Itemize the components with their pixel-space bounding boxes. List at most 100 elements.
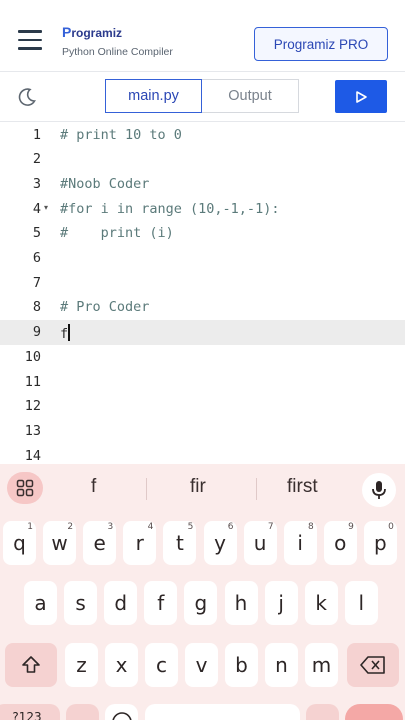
key-k[interactable]: k	[304, 581, 338, 625]
line-number: 12	[24, 398, 41, 415]
key-e[interactable]: 3e	[83, 521, 117, 565]
code-line[interactable]: 7	[0, 271, 405, 296]
tab-main-py[interactable]: main.py	[105, 79, 202, 113]
tab-output[interactable]: Output	[202, 79, 299, 113]
key-d[interactable]: d	[104, 581, 138, 625]
microphone-icon[interactable]	[362, 473, 396, 507]
code-text: # print 10 to 0	[60, 126, 182, 143]
key-hint: 5	[187, 522, 194, 532]
backspace-key[interactable]	[347, 643, 399, 687]
key-r[interactable]: 4r	[123, 521, 157, 565]
key-y[interactable]: 6y	[203, 521, 237, 565]
key-hint: 3	[107, 522, 114, 532]
suggestion-bar: f fir first	[0, 464, 405, 512]
key-label: q	[13, 531, 26, 555]
key-hint: 1	[27, 522, 33, 532]
key-w[interactable]: 2w	[43, 521, 77, 565]
code-line[interactable]: 10	[0, 345, 405, 370]
symbols-key[interactable]: ?123	[0, 704, 60, 720]
suggestion-2[interactable]: fir	[190, 476, 206, 498]
key-b[interactable]: b	[225, 643, 258, 687]
key-f[interactable]: f	[144, 581, 178, 625]
key-label: r	[135, 531, 144, 555]
fold-toggle-icon[interactable]: ▾	[44, 203, 48, 212]
key-a[interactable]: a	[24, 581, 57, 625]
key-h[interactable]: h	[224, 581, 258, 625]
key-x[interactable]: x	[105, 643, 138, 687]
code-line[interactable]: 11	[0, 370, 405, 395]
key-label: e	[93, 531, 106, 555]
run-button[interactable]	[335, 80, 387, 113]
key-m[interactable]: m	[305, 643, 338, 687]
key-t[interactable]: 5t	[163, 521, 197, 565]
line-number: 8	[32, 299, 41, 316]
key-hint: 4	[147, 522, 154, 532]
shift-icon	[22, 656, 40, 673]
code-line[interactable]: 2	[0, 147, 405, 172]
key-o[interactable]: 9o	[323, 521, 357, 565]
key-u[interactable]: 7u	[243, 521, 277, 565]
line-number: 7	[32, 274, 41, 291]
code-line[interactable]: 6	[0, 246, 405, 271]
code-text: #for i in range (10,-1,-1):	[60, 200, 280, 217]
key-q[interactable]: 1q	[3, 521, 36, 565]
key-hint: 7	[267, 522, 274, 532]
status-strip	[0, 0, 405, 8]
key-p[interactable]: 0p	[363, 521, 397, 565]
code-text: f	[60, 324, 71, 343]
key-i[interactable]: 8i	[283, 521, 317, 565]
suggestion-3[interactable]: first	[287, 476, 318, 498]
key-g[interactable]: g	[184, 581, 218, 625]
code-line[interactable]: 3 #Noob Coder	[0, 172, 405, 197]
code-line[interactable]: 4 ▾ #for i in range (10,-1,-1):	[0, 197, 405, 222]
key-label: w	[51, 531, 68, 555]
programiz-pro-button[interactable]: Programiz PRO	[254, 27, 388, 61]
line-number: 5	[32, 225, 41, 242]
code-line[interactable]: 12	[0, 394, 405, 419]
key-z[interactable]: z	[65, 643, 98, 687]
key-label: t	[175, 531, 184, 555]
key-j[interactable]: j	[264, 581, 298, 625]
code-line[interactable]: 8 # Pro Coder	[0, 295, 405, 320]
editor-toolbar: main.py Output	[0, 72, 405, 122]
moon-icon[interactable]	[16, 86, 38, 108]
line-number: 9	[32, 324, 41, 341]
comma-key[interactable]	[66, 704, 99, 720]
code-line[interactable]: 13	[0, 419, 405, 444]
shift-key[interactable]	[5, 643, 57, 687]
emoji-key[interactable]	[105, 704, 138, 720]
symbols-key-label: ?123	[12, 710, 42, 720]
brand[interactable]: Programiz Python Online Compiler	[62, 24, 173, 58]
text-cursor	[68, 324, 71, 342]
code-line[interactable]: 1 # print 10 to 0	[0, 123, 405, 148]
key-s[interactable]: s	[64, 581, 98, 625]
line-number: 13	[24, 422, 41, 439]
code-line[interactable]: 9f	[0, 320, 405, 345]
key-label: u	[253, 531, 267, 555]
line-number: 3	[32, 175, 41, 192]
key-hint: 0	[388, 522, 394, 532]
key-label: p	[374, 531, 387, 555]
play-icon	[356, 90, 367, 103]
key-label: y	[214, 531, 226, 555]
code-text: # Pro Coder	[60, 299, 150, 316]
line-number: 11	[24, 373, 41, 390]
key-v[interactable]: v	[185, 643, 218, 687]
code-editor[interactable]: 1 # print 10 to 0 2 3 #Noob Coder 4 ▾ #for i in…	[0, 122, 405, 464]
key-n[interactable]: n	[265, 643, 298, 687]
period-key[interactable]	[306, 704, 339, 720]
code-line[interactable]: 14	[0, 444, 405, 464]
space-key[interactable]	[145, 704, 300, 720]
suggestion-divider	[256, 478, 257, 500]
suggestion-1[interactable]: f	[91, 476, 96, 498]
line-number: 10	[24, 348, 41, 365]
key-l[interactable]: l	[344, 581, 378, 625]
key-label: i	[297, 531, 303, 555]
grid-icon[interactable]	[7, 472, 43, 504]
hamburger-icon[interactable]	[18, 30, 42, 50]
key-c[interactable]: c	[145, 643, 178, 687]
code-line[interactable]: 5 # print (i)	[0, 221, 405, 246]
enter-key[interactable]	[345, 704, 403, 720]
code-text: # print (i)	[60, 225, 174, 242]
line-number: 1	[32, 126, 41, 143]
